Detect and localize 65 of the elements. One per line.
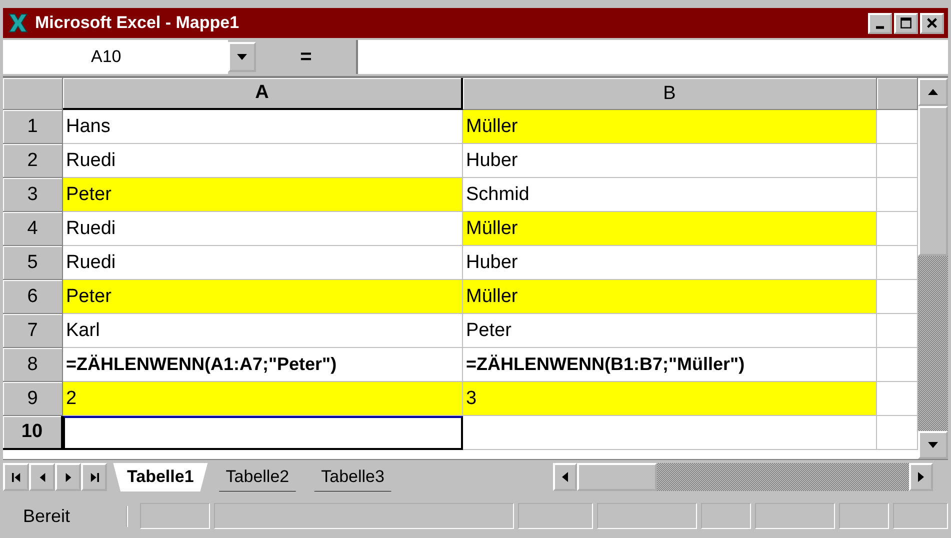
minimize-button[interactable] bbox=[868, 12, 892, 34]
close-button[interactable] bbox=[920, 12, 944, 34]
status-pane bbox=[701, 503, 751, 529]
maximize-button[interactable] bbox=[894, 12, 918, 34]
table-cell: Peter bbox=[63, 280, 463, 314]
window-title: Microsoft Excel - Mappe1 bbox=[35, 13, 240, 33]
table-cell: Peter bbox=[63, 178, 463, 212]
table-cell: Hans bbox=[63, 110, 463, 144]
right-arrow-icon bbox=[64, 472, 72, 482]
table-cell: Müller bbox=[463, 110, 877, 144]
row-header[interactable]: 2 bbox=[3, 144, 63, 178]
dropdown-button[interactable] bbox=[228, 42, 256, 72]
caret-icon bbox=[237, 54, 247, 60]
row-header[interactable]: 1 bbox=[3, 110, 63, 144]
row-header[interactable]: 8 bbox=[3, 348, 63, 382]
table-cell: 2 bbox=[63, 382, 463, 416]
table-cell: Karl bbox=[63, 314, 463, 348]
row-header[interactable]: 3 bbox=[3, 178, 63, 212]
table-cell: 3 bbox=[463, 382, 877, 416]
table-cell: Ruedi bbox=[63, 212, 463, 246]
equals-sign: = bbox=[299, 46, 313, 68]
scroll-down-button[interactable] bbox=[918, 431, 948, 459]
column-header[interactable]: B bbox=[463, 78, 877, 110]
status-text: Bereit bbox=[3, 506, 128, 526]
scroll-up-button[interactable] bbox=[918, 78, 948, 106]
table-cell: Peter bbox=[463, 314, 877, 348]
row-header[interactable]: 10 bbox=[3, 416, 63, 450]
row-header[interactable]: 9 bbox=[3, 382, 63, 416]
sheet-tab[interactable]: Tabelle1 bbox=[113, 462, 208, 492]
name-box[interactable]: A10 bbox=[3, 40, 228, 74]
status-pane bbox=[140, 503, 210, 529]
column-header[interactable] bbox=[877, 78, 918, 110]
first-icon bbox=[12, 472, 20, 482]
previous-sheet-button[interactable] bbox=[29, 463, 55, 491]
row-header[interactable]: 6 bbox=[3, 280, 63, 314]
horizontal-scrollbar[interactable] bbox=[553, 463, 933, 491]
close-icon bbox=[926, 17, 938, 29]
status-pane bbox=[893, 503, 948, 529]
scroll-thumb[interactable] bbox=[918, 106, 948, 256]
left-arrow-icon bbox=[562, 472, 568, 482]
last-icon bbox=[90, 472, 98, 482]
maximize-icon bbox=[900, 17, 912, 29]
status-pane bbox=[839, 503, 889, 529]
down-arrow-icon bbox=[928, 442, 938, 448]
formula-input[interactable] bbox=[356, 40, 948, 74]
scroll-thumb[interactable] bbox=[577, 463, 657, 491]
last-sheet-button[interactable] bbox=[81, 463, 107, 491]
spreadsheet-logo-icon bbox=[7, 13, 29, 33]
row-header[interactable]: 5 bbox=[3, 246, 63, 280]
select-all-button[interactable] bbox=[3, 78, 63, 110]
vertical-scrollbar[interactable] bbox=[918, 78, 948, 459]
up-arrow-icon bbox=[928, 89, 938, 95]
table-cell: Huber bbox=[463, 144, 877, 178]
column-header[interactable]: A bbox=[63, 78, 463, 110]
scroll-left-button[interactable] bbox=[553, 463, 577, 491]
next-sheet-button[interactable] bbox=[55, 463, 81, 491]
right-arrow-icon bbox=[918, 472, 924, 482]
left-arrow-icon bbox=[38, 472, 46, 482]
minimize-icon bbox=[876, 26, 884, 28]
row-header[interactable]: 4 bbox=[3, 212, 63, 246]
row-header[interactable]: 7 bbox=[3, 314, 63, 348]
first-sheet-button[interactable] bbox=[3, 463, 29, 491]
table-cell: Müller bbox=[463, 280, 877, 314]
scroll-right-button[interactable] bbox=[909, 463, 933, 491]
table-cell: Müller bbox=[463, 212, 877, 246]
